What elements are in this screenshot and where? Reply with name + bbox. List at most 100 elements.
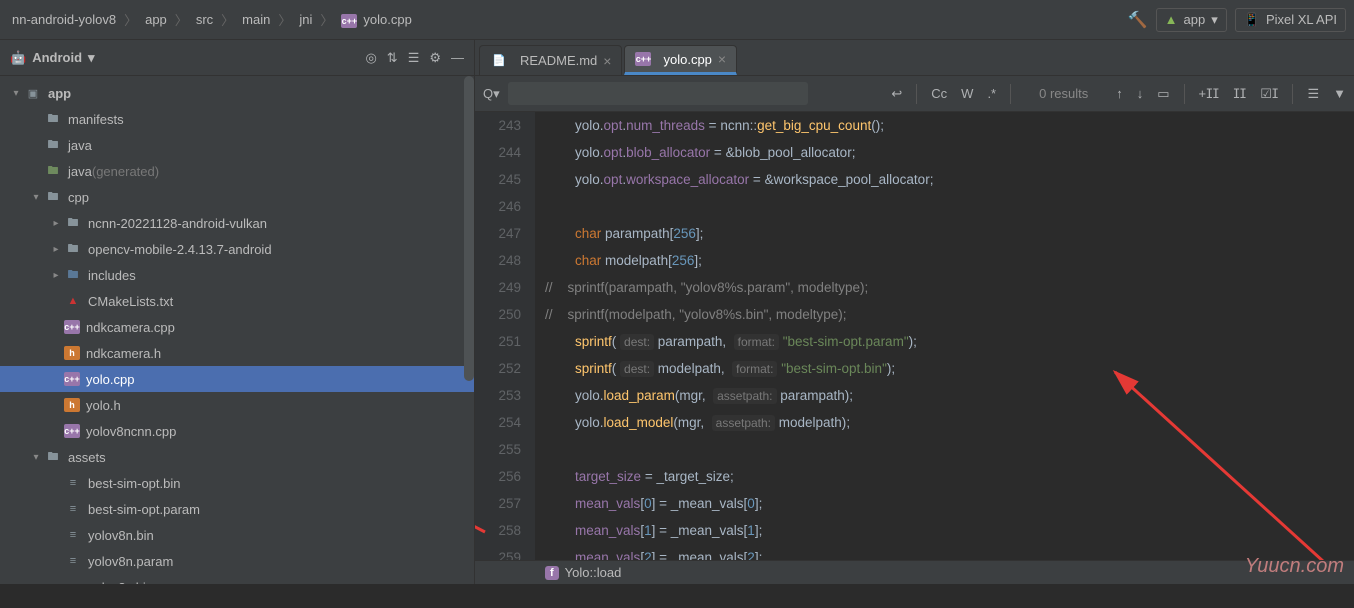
tree-item-label: yolo.cpp bbox=[86, 372, 134, 387]
tree-item[interactable]: c++yolov8ncnn.cpp bbox=[0, 418, 474, 444]
project-tree[interactable]: ▾▣app🖿manifests🖿java🖿java (generated)▾🖿c… bbox=[0, 76, 474, 584]
breadcrumb-item[interactable]: app bbox=[141, 10, 171, 29]
tree-item[interactable]: ≡best-sim-opt.bin bbox=[0, 470, 474, 496]
tree-item[interactable]: hyolo.h bbox=[0, 392, 474, 418]
tree-item[interactable]: ≡yolov8s.bin bbox=[0, 574, 474, 584]
code-line[interactable]: mean_vals[1] = _mean_vals[1]; bbox=[545, 517, 1354, 544]
remove-selection-icon[interactable]: ⵊⵊ bbox=[1233, 86, 1246, 102]
tree-item[interactable]: c++ndkcamera.cpp bbox=[0, 314, 474, 340]
tree-item[interactable]: ▾🖿assets bbox=[0, 444, 474, 470]
breadcrumb-item[interactable]: c++yolo.cpp bbox=[337, 10, 415, 30]
match-case-icon[interactable]: Cc bbox=[931, 86, 947, 101]
breadcrumb-item[interactable]: jni bbox=[295, 10, 316, 29]
tree-arrow-icon[interactable]: ▸ bbox=[48, 270, 64, 281]
code-line[interactable]: // sprintf(modelpath, "yolov8%s.bin", mo… bbox=[545, 301, 1354, 328]
code-line[interactable]: sprintf( dest: parampath, format: "best-… bbox=[545, 328, 1354, 355]
gear-icon[interactable]: ⚙ bbox=[429, 50, 441, 66]
tree-item-label: best-sim-opt.param bbox=[88, 502, 200, 517]
code-line[interactable]: yolo.opt.num_threads = ncnn::get_big_cpu… bbox=[545, 112, 1354, 139]
sidebar-view-selector[interactable]: 🤖 Android ▾ bbox=[10, 50, 95, 66]
run-config-selector[interactable]: ▲ app ▾ bbox=[1156, 8, 1227, 32]
tree-item-label: manifests bbox=[68, 112, 124, 127]
line-gutter: 2432442452462472482492502512522532542552… bbox=[475, 112, 535, 560]
tree-item-label: java bbox=[68, 164, 92, 179]
tree-item[interactable]: ▸🖿opencv-mobile-2.4.13.7-android bbox=[0, 236, 474, 262]
code-line[interactable] bbox=[545, 436, 1354, 463]
code-line[interactable]: yolo.opt.workspace_allocator = &workspac… bbox=[545, 166, 1354, 193]
tree-item[interactable]: ▾🖿cpp bbox=[0, 184, 474, 210]
code-content[interactable]: yolo.opt.num_threads = ncnn::get_big_cpu… bbox=[535, 112, 1354, 560]
tree-arrow-icon[interactable]: ▸ bbox=[48, 218, 64, 229]
tree-item[interactable]: ≡best-sim-opt.param bbox=[0, 496, 474, 522]
tree-arrow-icon[interactable]: ▸ bbox=[48, 244, 64, 255]
tree-arrow-icon[interactable]: ▾ bbox=[28, 452, 44, 463]
tree-arrow-icon[interactable]: ▾ bbox=[8, 88, 24, 99]
separator bbox=[916, 84, 917, 104]
search-options: ↩ Cc W .* 0 results ↑ ↓ ▭ +ⵊⵊ ⵊⵊ ☑ⵊ ☰ ▼ bbox=[891, 84, 1346, 104]
prev-occurrence-icon[interactable]: ↩ bbox=[891, 86, 902, 102]
code-line[interactable]: mean_vals[0] = _mean_vals[0]; bbox=[545, 490, 1354, 517]
tree-item[interactable]: ▾▣app bbox=[0, 80, 474, 106]
filter-search-icon[interactable]: ▼ bbox=[1333, 86, 1346, 101]
code-line[interactable]: char modelpath[256]; bbox=[545, 247, 1354, 274]
search-input[interactable] bbox=[508, 82, 808, 105]
code-line[interactable]: char parampath[256]; bbox=[545, 220, 1354, 247]
breadcrumb-item[interactable]: src bbox=[192, 10, 217, 29]
code-line[interactable]: // sprintf(parampath, "yolov8%s.param", … bbox=[545, 274, 1354, 301]
separator bbox=[1010, 84, 1011, 104]
tree-arrow-icon[interactable]: ▾ bbox=[28, 192, 44, 203]
tree-item[interactable]: 🖿java bbox=[0, 132, 474, 158]
code-line[interactable]: yolo.load_model(mgr, assetpath: modelpat… bbox=[545, 409, 1354, 436]
app-label: app bbox=[1184, 12, 1206, 27]
build-icon[interactable]: 🔨 bbox=[1128, 10, 1148, 30]
line-number: 243 bbox=[475, 112, 521, 139]
tree-item[interactable]: ≡yolov8n.bin bbox=[0, 522, 474, 548]
breadcrumb-item[interactable]: main bbox=[238, 10, 274, 29]
code-line[interactable]: target_size = _target_size; bbox=[545, 463, 1354, 490]
tab-close-icon[interactable]: × bbox=[718, 51, 726, 67]
code-line[interactable]: sprintf( dest: modelpath, format: "best-… bbox=[545, 355, 1354, 382]
tree-item[interactable]: hndkcamera.h bbox=[0, 340, 474, 366]
sort-icon[interactable]: ⇅ bbox=[387, 50, 398, 66]
up-icon[interactable]: ↑ bbox=[1116, 86, 1123, 101]
tree-item[interactable]: 🖿manifests bbox=[0, 106, 474, 132]
code-line[interactable]: yolo.load_param(mgr, assetpath: parampat… bbox=[545, 382, 1354, 409]
tree-item[interactable]: ▸🖿ncnn-20221128-android-vulkan bbox=[0, 210, 474, 236]
tree-item[interactable]: c++yolo.cpp bbox=[0, 366, 474, 392]
line-number: 250 bbox=[475, 301, 521, 328]
tree-scrollbar[interactable] bbox=[464, 76, 474, 381]
tree-item-label: yolov8n.bin bbox=[88, 528, 154, 543]
code-line[interactable]: yolo.opt.blob_allocator = &blob_pool_all… bbox=[545, 139, 1354, 166]
separator bbox=[1292, 84, 1293, 104]
editor-area: 📄README.md×c++yolo.cpp× Q▾ ↩ Cc W .* 0 r… bbox=[475, 40, 1354, 584]
tree-item[interactable]: 🖿java (generated) bbox=[0, 158, 474, 184]
select-all-icon[interactable]: ▭ bbox=[1157, 86, 1169, 102]
filter-icon[interactable]: ☰ bbox=[408, 50, 420, 66]
sidebar-header: 🤖 Android ▾ ◎ ⇅ ☰ ⚙ — bbox=[0, 40, 474, 76]
select-all-occurrences-icon[interactable]: ☑ⵊ bbox=[1260, 86, 1278, 102]
add-selection-icon[interactable]: +ⵊⵊ bbox=[1199, 86, 1220, 102]
editor-tab[interactable]: c++yolo.cpp× bbox=[624, 45, 737, 75]
breadcrumb-separator: 〉 bbox=[320, 10, 333, 29]
tab-close-icon[interactable]: × bbox=[603, 53, 611, 69]
code-line[interactable]: mean_vals[2] = _mean_vals[2]; bbox=[545, 544, 1354, 560]
words-icon[interactable]: W bbox=[961, 86, 973, 101]
collapse-icon[interactable]: — bbox=[451, 50, 464, 66]
target-icon[interactable]: ◎ bbox=[365, 50, 376, 66]
tree-item[interactable]: ≡yolov8n.param bbox=[0, 548, 474, 574]
code-editor[interactable]: 2432442452462472482492502512522532542552… bbox=[475, 112, 1354, 560]
device-selector[interactable]: 📱 Pixel XL API bbox=[1235, 8, 1346, 32]
top-bar: nn-android-yolov8〉app〉src〉main〉jni〉c++yo… bbox=[0, 0, 1354, 40]
line-number: 257 bbox=[475, 490, 521, 517]
breadcrumb-item[interactable]: nn-android-yolov8 bbox=[8, 10, 120, 29]
editor-tab[interactable]: 📄README.md× bbox=[479, 45, 622, 75]
separator bbox=[1184, 84, 1185, 104]
tree-item[interactable]: ▲CMakeLists.txt bbox=[0, 288, 474, 314]
settings-icon[interactable]: ☰ bbox=[1307, 86, 1319, 102]
code-line[interactable] bbox=[545, 193, 1354, 220]
line-number: 254 bbox=[475, 409, 521, 436]
tree-item[interactable]: ▸🖿includes bbox=[0, 262, 474, 288]
regex-icon[interactable]: .* bbox=[987, 86, 996, 101]
line-number: 253 bbox=[475, 382, 521, 409]
down-icon[interactable]: ↓ bbox=[1137, 86, 1144, 101]
